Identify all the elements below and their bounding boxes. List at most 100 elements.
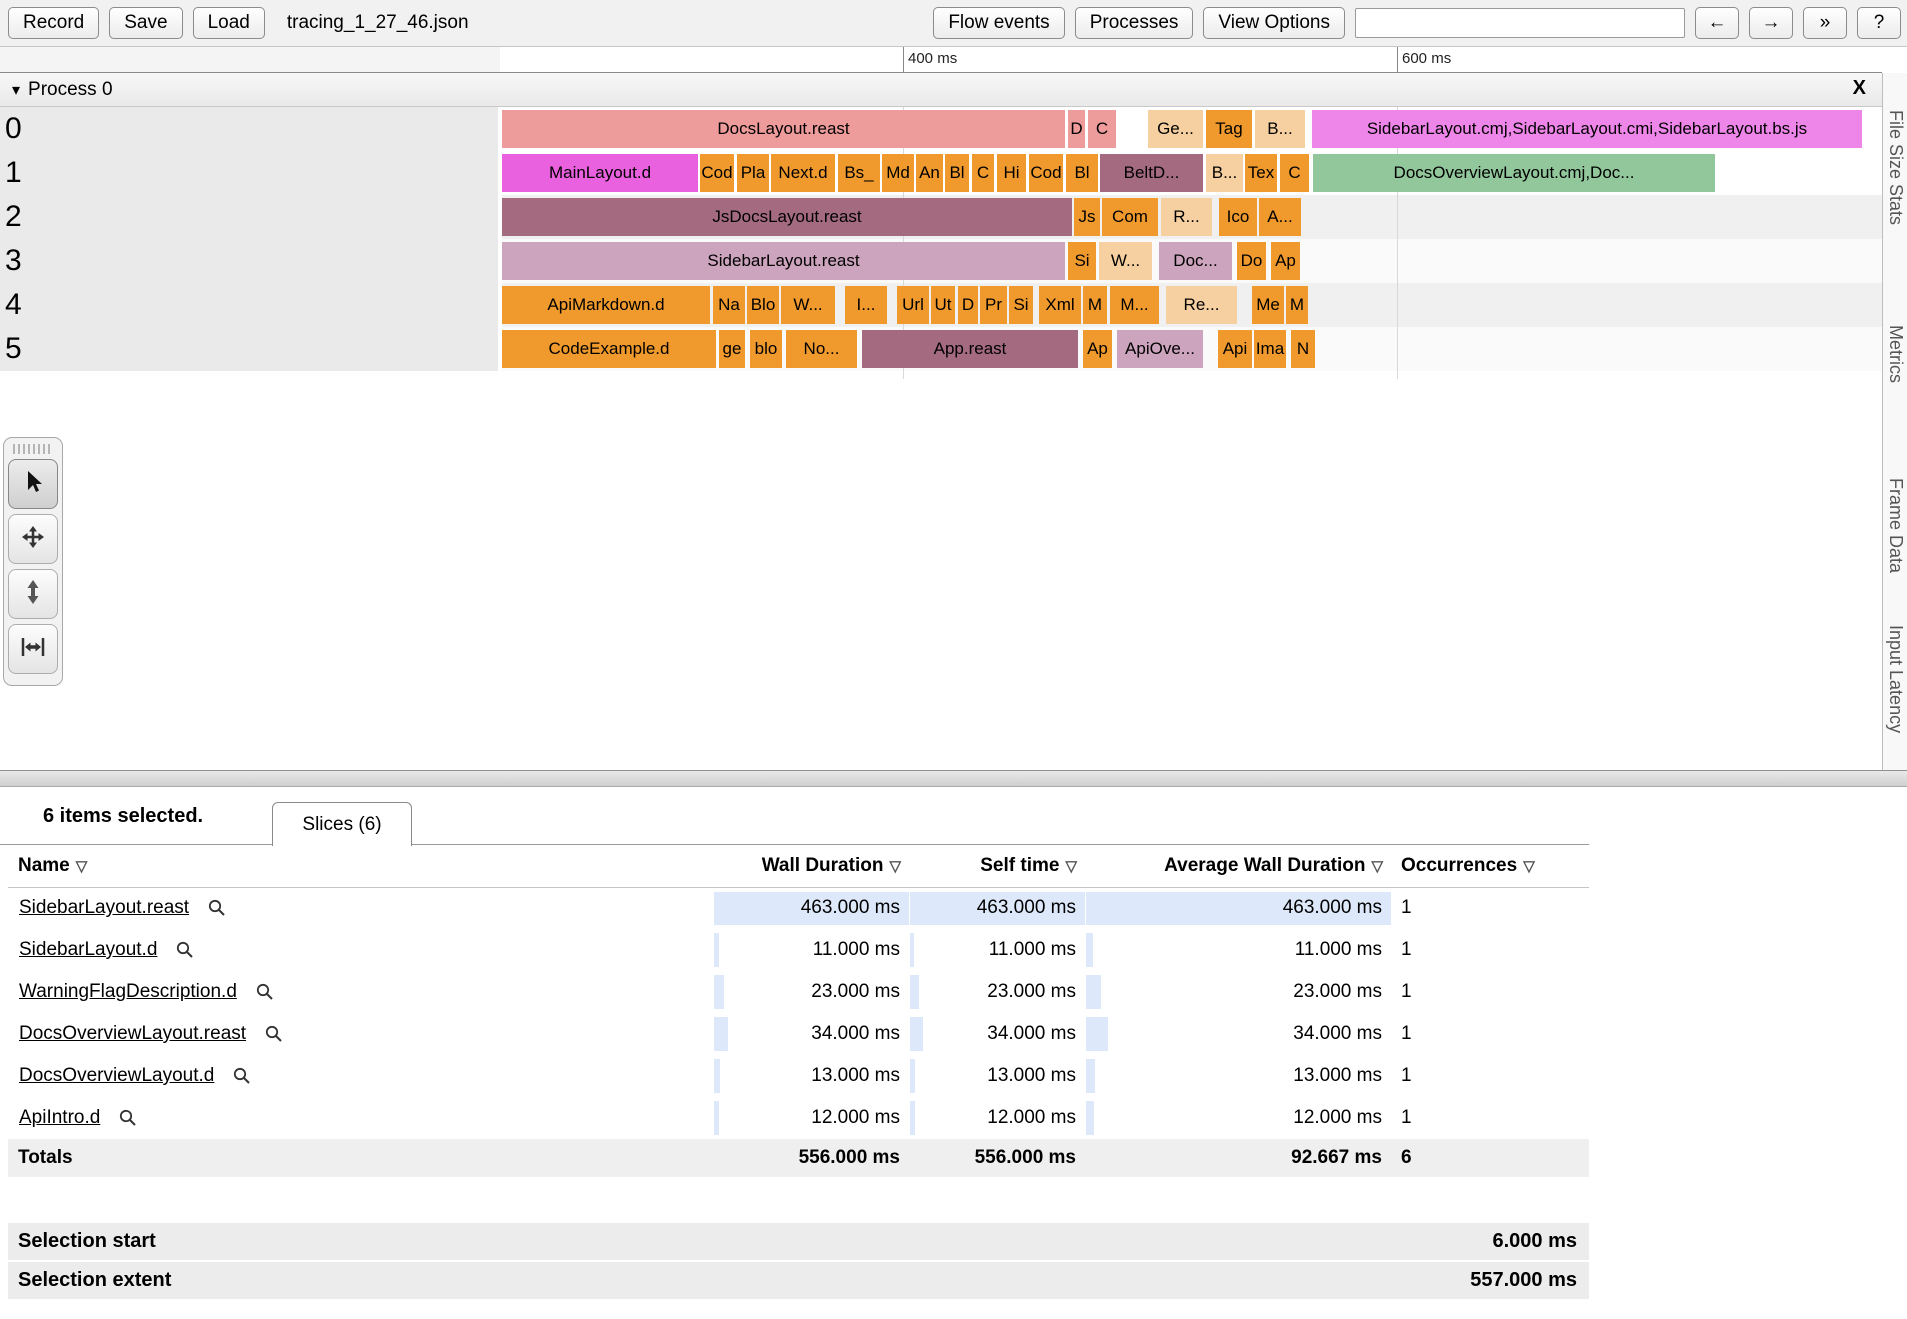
trace-slice[interactable]: Url <box>897 286 929 324</box>
nav-more-button[interactable]: » <box>1803 7 1847 39</box>
trace-slice[interactable]: Na <box>713 286 745 324</box>
table-row[interactable]: SidebarLayout.reast 463.000 ms 463.000 m… <box>8 887 1589 929</box>
header-name[interactable]: Name ▽ <box>8 845 713 888</box>
table-row[interactable]: WarningFlagDescription.d 23.000 ms 23.00… <box>8 971 1589 1013</box>
trace-slice[interactable]: Pr <box>980 286 1007 324</box>
trace-slice[interactable]: Re... <box>1166 286 1237 324</box>
magnifier-icon[interactable] <box>118 1108 138 1128</box>
tab-input-latency[interactable]: Input Latency <box>1885 625 1906 733</box>
trace-slice[interactable]: B... <box>1255 110 1305 148</box>
trace-slice[interactable]: App.reast <box>862 330 1078 368</box>
trace-slice[interactable]: Cod <box>700 154 734 192</box>
trace-slice[interactable]: SidebarLayout.reast <box>502 242 1065 280</box>
trace-slice[interactable]: Ap <box>1083 330 1112 368</box>
trace-slice[interactable]: JsDocsLayout.reast <box>502 198 1072 236</box>
help-button[interactable]: ? <box>1857 7 1901 39</box>
trace-slice[interactable]: DocsLayout.reast <box>502 110 1065 148</box>
trace-slice[interactable]: Bl <box>1066 154 1098 192</box>
slice-name-link[interactable]: ApiIntro.d <box>19 1107 100 1129</box>
view-options-button[interactable]: View Options <box>1203 7 1345 39</box>
slice-name-link[interactable]: WarningFlagDescription.d <box>19 981 237 1003</box>
process-header[interactable]: ▾ Process 0 X <box>0 73 1882 107</box>
trace-slice[interactable]: M <box>1083 286 1107 324</box>
trace-slice[interactable]: R... <box>1161 198 1212 236</box>
trace-slice[interactable]: Ge... <box>1148 110 1203 148</box>
trace-slice[interactable]: ge <box>719 330 745 368</box>
trace-slice[interactable]: D <box>1068 110 1085 148</box>
trace-slice[interactable]: D <box>958 286 978 324</box>
trace-slice[interactable]: A... <box>1259 198 1301 236</box>
trace-slice[interactable]: MainLayout.d <box>502 154 698 192</box>
trace-slice[interactable]: Bl <box>945 154 969 192</box>
header-wall-duration[interactable]: Wall Duration ▽ <box>713 845 909 888</box>
search-input[interactable] <box>1355 8 1685 38</box>
trace-slice[interactable]: Si <box>1068 242 1096 280</box>
vertical-zoom-tool-button[interactable] <box>8 569 58 619</box>
tab-metrics[interactable]: Metrics <box>1885 325 1906 383</box>
trace-slice[interactable]: N <box>1291 330 1315 368</box>
trace-slice[interactable]: Ap <box>1271 242 1300 280</box>
trace-slice[interactable]: Ima <box>1254 330 1286 368</box>
trace-slice[interactable]: Blo <box>747 286 779 324</box>
nav-back-button[interactable]: ← <box>1695 7 1739 39</box>
record-button[interactable]: Record <box>8 7 100 39</box>
sort-icon[interactable]: ▽ <box>76 858 88 875</box>
table-row[interactable]: DocsOverviewLayout.reast 34.000 ms 34.00… <box>8 1013 1589 1055</box>
trace-slice[interactable]: blo <box>750 330 782 368</box>
trace-slice[interactable]: W... <box>1099 242 1152 280</box>
trace-slice[interactable]: M <box>1286 286 1308 324</box>
trace-slice[interactable]: Doc... <box>1159 242 1232 280</box>
trace-slice[interactable]: Pla <box>737 154 769 192</box>
sort-icon[interactable]: ▽ <box>1371 858 1383 875</box>
magnifier-icon[interactable] <box>175 940 195 960</box>
table-row[interactable]: DocsOverviewLayout.d 13.000 ms 13.000 ms… <box>8 1055 1589 1097</box>
trace-slice[interactable]: BeltD... <box>1100 154 1203 192</box>
time-ruler[interactable]: 400 ms 600 ms <box>0 47 1882 73</box>
tab-frame-data[interactable]: Frame Data <box>1885 478 1906 573</box>
trace-slice[interactable]: Ut <box>931 286 955 324</box>
sort-icon[interactable]: ▽ <box>1523 858 1535 875</box>
magnifier-icon[interactable] <box>264 1024 284 1044</box>
trace-slice[interactable]: An <box>916 154 943 192</box>
select-tool-button[interactable] <box>8 459 58 509</box>
trace-slice[interactable]: Me <box>1252 286 1284 324</box>
disclosure-triangle-icon[interactable]: ▾ <box>12 80 20 100</box>
trace-slice[interactable]: Xml <box>1039 286 1081 324</box>
sort-icon[interactable]: ▽ <box>889 858 901 875</box>
trace-slice[interactable]: Si <box>1009 286 1033 324</box>
trace-slice[interactable]: C <box>1088 110 1116 148</box>
horizontal-fit-tool-button[interactable] <box>8 624 58 674</box>
trace-slice[interactable]: Com <box>1102 198 1158 236</box>
header-self-time[interactable]: Self time ▽ <box>909 845 1085 888</box>
trace-slice[interactable]: M... <box>1110 286 1159 324</box>
trace-slice[interactable]: ApiMarkdown.d <box>502 286 710 324</box>
tab-file-size-stats[interactable]: File Size Stats <box>1885 110 1906 225</box>
trace-slice[interactable]: B... <box>1206 154 1243 192</box>
pan-tool-button[interactable] <box>8 514 58 564</box>
trace-slice[interactable]: Js <box>1074 198 1100 236</box>
trace-slice[interactable]: C <box>972 154 994 192</box>
sort-icon[interactable]: ▽ <box>1065 858 1077 875</box>
trace-slice[interactable]: Cod <box>1029 154 1063 192</box>
trace-slice[interactable]: SidebarLayout.cmj,SidebarLayout.cmi,Side… <box>1312 110 1862 148</box>
magnifier-icon[interactable] <box>232 1066 252 1086</box>
trace-slice[interactable]: Do <box>1237 242 1266 280</box>
trace-slice[interactable]: Md <box>882 154 914 192</box>
close-process-icon[interactable]: X <box>1853 77 1866 100</box>
trace-slice[interactable]: DocsOverviewLayout.cmj,Doc... <box>1313 154 1715 192</box>
trace-slice[interactable]: Api <box>1218 330 1252 368</box>
timeline[interactable]: DocsLayout.reast D C Ge... Tag B... SidebarLay… <box>502 107 1882 379</box>
nav-forward-button[interactable]: → <box>1749 7 1793 39</box>
slice-name-link[interactable]: SidebarLayout.reast <box>19 897 189 919</box>
flow-events-button[interactable]: Flow events <box>933 7 1065 39</box>
panel-resize-divider[interactable] <box>0 770 1907 787</box>
trace-slice[interactable]: CodeExample.d <box>502 330 716 368</box>
header-average-wall-duration[interactable]: Average Wall Duration ▽ <box>1085 845 1391 888</box>
magnifier-icon[interactable] <box>207 898 227 918</box>
magnifier-icon[interactable] <box>255 982 275 1002</box>
trace-slice[interactable]: Next.d <box>771 154 835 192</box>
processes-button[interactable]: Processes <box>1074 7 1194 39</box>
table-row[interactable]: SidebarLayout.d 11.000 ms 11.000 ms 11.0… <box>8 929 1589 971</box>
table-row[interactable]: ApiIntro.d 12.000 ms 12.000 ms 12.000 ms… <box>8 1097 1589 1139</box>
trace-slice[interactable]: No... <box>786 330 857 368</box>
